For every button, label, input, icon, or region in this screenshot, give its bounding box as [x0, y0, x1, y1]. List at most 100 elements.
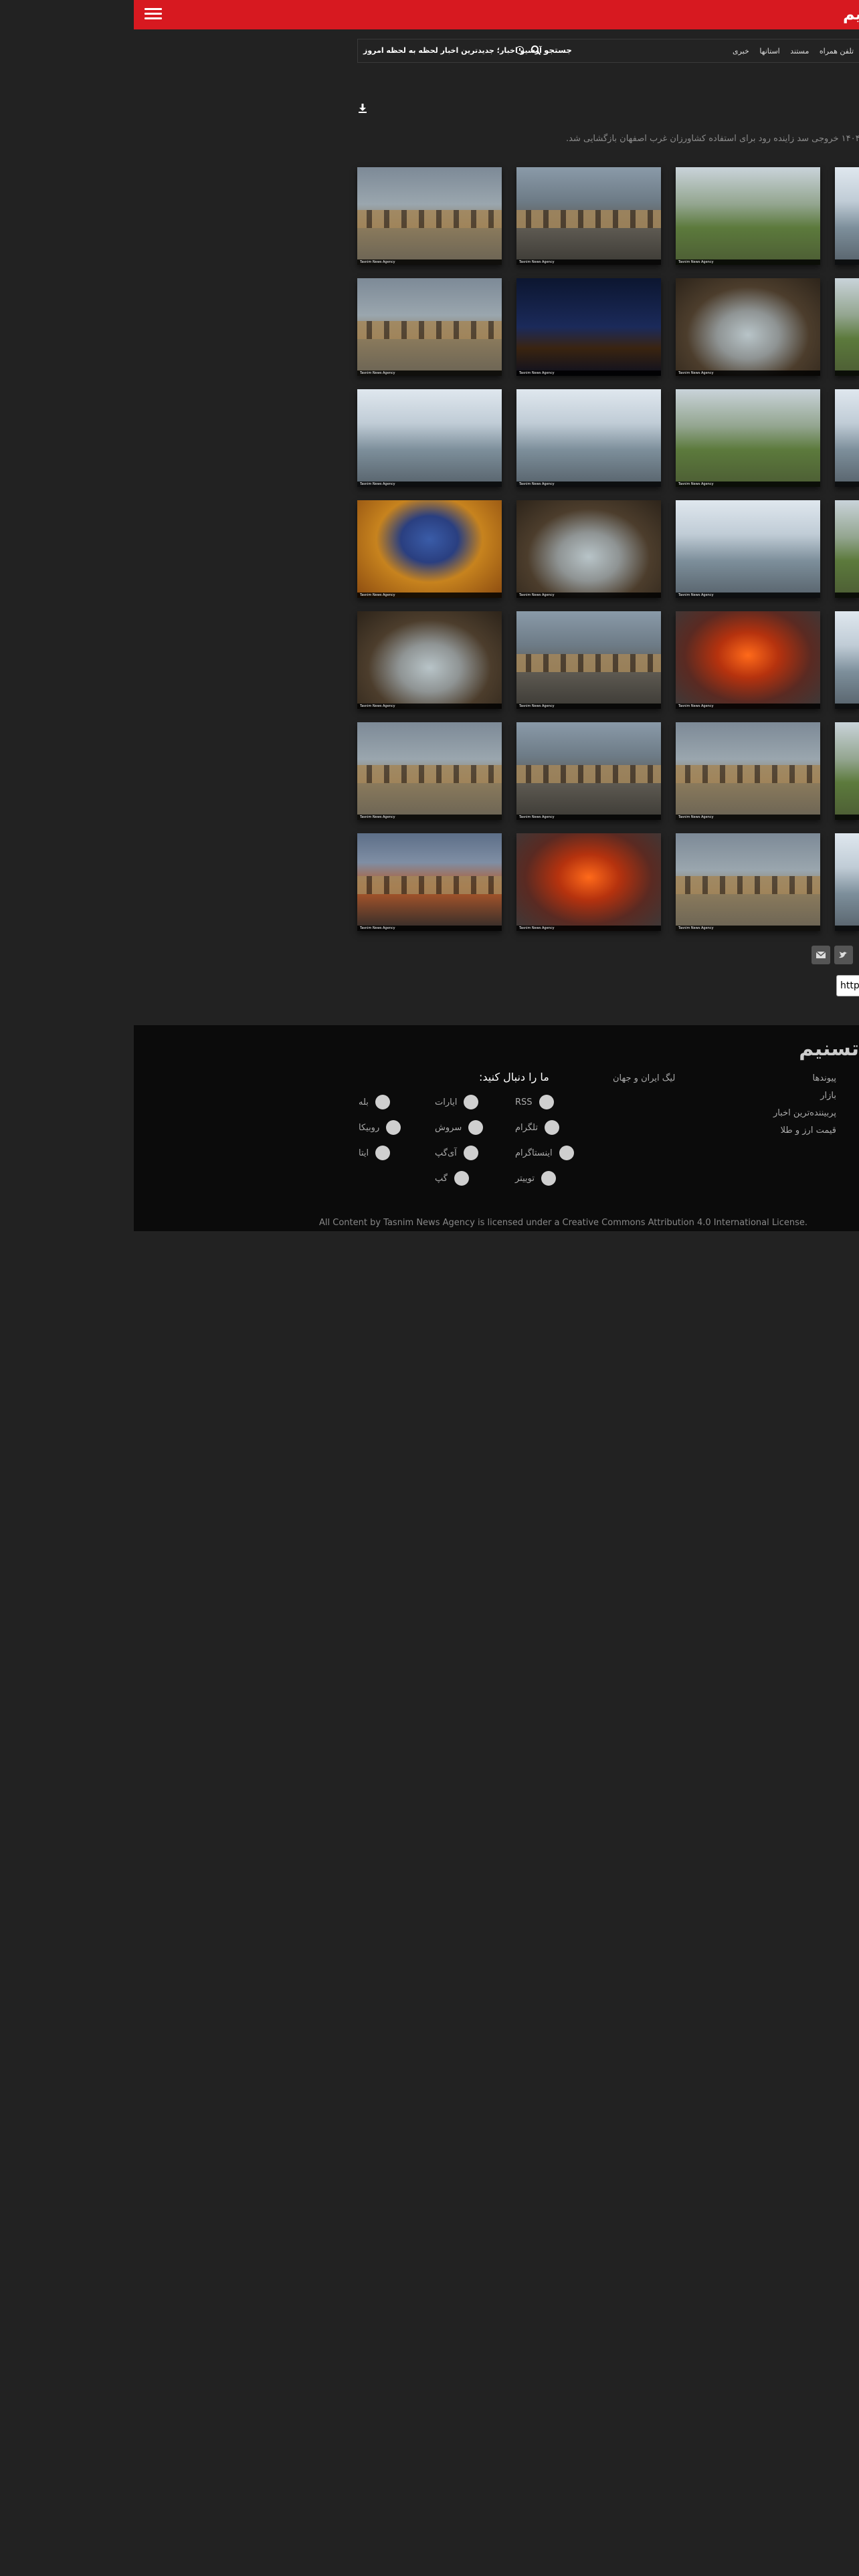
bale-icon	[375, 1095, 390, 1109]
news-archive-link[interactable]: آرشیو اخبار؛ جدیدترین اخبار لحظه به لحظه…	[363, 46, 542, 55]
social-link-telegram[interactable]: تلگرام	[515, 1119, 559, 1136]
subnav-link-mobile[interactable]: تلفن همراه	[820, 47, 854, 56]
photo-credit: Tasnim News Agency	[678, 371, 714, 375]
twitter-share-button[interactable]	[834, 946, 853, 964]
bridge-shape	[357, 765, 502, 783]
credit-strip: Tasnim News Agency	[357, 259, 502, 265]
social-label: روبیکا	[359, 1122, 380, 1133]
photo-credit: Tasnim News Agency	[519, 926, 555, 930]
gallery-thumbnail[interactable]: Tasnim News Agency	[516, 722, 661, 820]
social-link-eitaa[interactable]: ایارات	[435, 1094, 479, 1110]
subnav-link-news[interactable]: خبری	[733, 47, 749, 56]
gallery-thumbnail[interactable]	[835, 833, 859, 931]
gallery-thumbnail[interactable]: Tasnim News Agency	[676, 833, 820, 931]
gallery-thumbnail[interactable]: Tasnim News Agency	[357, 833, 502, 931]
footer-link-most-viewed[interactable]: پربیننده‌ترین اخبار	[709, 1107, 836, 1120]
telegram-icon	[544, 1120, 559, 1135]
social-link-rss[interactable]: RSS	[515, 1094, 554, 1110]
social-label: RSS	[515, 1097, 533, 1107]
site-logo[interactable]: تسنیم	[843, 4, 859, 24]
footer-logo[interactable]: تسنیم	[799, 1037, 859, 1061]
footer-link-links[interactable]: پیوندها	[709, 1072, 836, 1085]
gallery-thumbnail[interactable]: Tasnim News Agency	[357, 611, 502, 709]
gallery-thumbnail[interactable]: Tasnim News Agency	[357, 278, 502, 376]
soroush-icon	[468, 1120, 484, 1135]
photo-credit: Tasnim News Agency	[360, 926, 395, 930]
social-link-twitter[interactable]: توییتر	[515, 1170, 556, 1186]
photo-credit: Tasnim News Agency	[678, 815, 714, 819]
credit-strip: Tasnim News Agency	[676, 926, 820, 931]
photo-credit: Tasnim News Agency	[678, 593, 714, 597]
gallery-thumbnail[interactable]	[835, 167, 859, 265]
gallery-thumbnail[interactable]: Tasnim News Agency	[516, 833, 661, 931]
site-footer: تسنیم پیوندها بازار پربیننده‌ترین اخبار …	[134, 1025, 859, 1231]
gallery-thumbnail[interactable]: Tasnim News Agency	[357, 722, 502, 820]
gallery-thumbnail[interactable]: Tasnim News Agency	[676, 500, 820, 598]
license-text: All Content by Tasnim News Agency is lic…	[319, 1218, 808, 1228]
sub-navigation: آرشیو اخبار؛ جدیدترین اخبار لحظه به لحظه…	[357, 39, 859, 63]
gallery-thumbnail[interactable]: Tasnim News Agency	[516, 389, 661, 487]
instagram-icon	[559, 1146, 574, 1160]
social-label: بله	[359, 1097, 369, 1107]
rss-icon	[539, 1095, 554, 1109]
gallery-thumbnail[interactable]: Tasnim News Agency	[516, 278, 661, 376]
subnav-link-provinces[interactable]: استانها	[759, 47, 779, 56]
gallery-thumbnail[interactable]: Tasnim News Agency	[516, 167, 661, 265]
short-url-field[interactable]: http	[836, 975, 859, 996]
social-label: آی‌گپ	[435, 1148, 457, 1158]
download-icon[interactable]	[357, 103, 368, 114]
bridge-shape	[357, 210, 502, 228]
social-link-gap[interactable]: گپ	[435, 1170, 469, 1186]
footer-link-iran-world[interactable]: لیگ ایران و جهان	[613, 1073, 675, 1083]
social-label: ایتا	[359, 1148, 369, 1158]
social-link-igap[interactable]: آی‌گپ	[435, 1145, 478, 1161]
credit-strip: Tasnim News Agency	[357, 481, 502, 487]
footer-link-market[interactable]: بازار	[709, 1089, 836, 1103]
gallery-thumbnail[interactable]	[835, 500, 859, 598]
twitter-icon	[839, 952, 848, 958]
bridge-shape	[357, 876, 502, 894]
photo-credit: Tasnim News Agency	[519, 815, 555, 819]
social-label: گپ	[435, 1173, 448, 1184]
credit-strip	[835, 481, 859, 487]
clock-icon[interactable]	[516, 46, 524, 54]
social-label: تلگرام	[515, 1122, 538, 1133]
gallery-thumbnail[interactable]: Tasnim News Agency	[357, 167, 502, 265]
follow-us-title: ما را دنبال کنید:	[479, 1071, 549, 1083]
gallery-thumbnail[interactable]	[835, 611, 859, 709]
gallery-thumbnail[interactable]	[835, 278, 859, 376]
search-label[interactable]: جستجو	[544, 45, 572, 55]
credit-strip	[835, 926, 859, 931]
gallery-thumbnail[interactable]	[835, 389, 859, 487]
social-link-rubika[interactable]: روبیکا	[359, 1119, 401, 1136]
bridge-shape	[357, 321, 502, 339]
gallery-thumbnail[interactable]	[835, 722, 859, 820]
gallery-thumbnail[interactable]: Tasnim News Agency	[516, 500, 661, 598]
credit-strip: Tasnim News Agency	[676, 704, 820, 709]
gallery-thumbnail[interactable]: Tasnim News Agency	[357, 389, 502, 487]
gallery-thumbnail[interactable]: Tasnim News Agency	[676, 167, 820, 265]
photo-credit: Tasnim News Agency	[360, 815, 395, 819]
social-link-soroush[interactable]: سروش	[435, 1119, 484, 1136]
search-icon[interactable]	[531, 45, 541, 56]
gallery-thumbnail[interactable]: Tasnim News Agency	[516, 611, 661, 709]
gallery-thumbnail[interactable]: Tasnim News Agency	[357, 500, 502, 598]
credit-strip: Tasnim News Agency	[516, 370, 661, 376]
footer-link-currency-gold[interactable]: قیمت ارز و طلا	[709, 1124, 836, 1138]
credit-strip: Tasnim News Agency	[516, 704, 661, 709]
credit-strip: Tasnim News Agency	[516, 481, 661, 487]
gallery-thumbnail[interactable]: Tasnim News Agency	[676, 722, 820, 820]
gallery-thumbnail[interactable]: Tasnim News Agency	[676, 389, 820, 487]
footer-links: پیوندها بازار پربیننده‌ترین اخبار قیمت ا…	[709, 1072, 836, 1142]
social-link-instagram[interactable]: اینستاگرام	[515, 1145, 574, 1161]
email-share-button[interactable]	[812, 946, 830, 964]
gallery-thumbnail[interactable]: Tasnim News Agency	[676, 278, 820, 376]
gallery-thumbnail[interactable]: Tasnim News Agency	[676, 611, 820, 709]
credit-strip: Tasnim News Agency	[516, 815, 661, 820]
hamburger-menu-icon[interactable]	[145, 6, 162, 23]
credit-strip: Tasnim News Agency	[357, 704, 502, 709]
social-link-eitaa-alt[interactable]: ایتا	[359, 1145, 391, 1161]
social-link-bale[interactable]: بله	[359, 1094, 390, 1110]
bridge-shape	[676, 876, 820, 894]
subnav-link-documentary[interactable]: مستند	[790, 47, 809, 56]
